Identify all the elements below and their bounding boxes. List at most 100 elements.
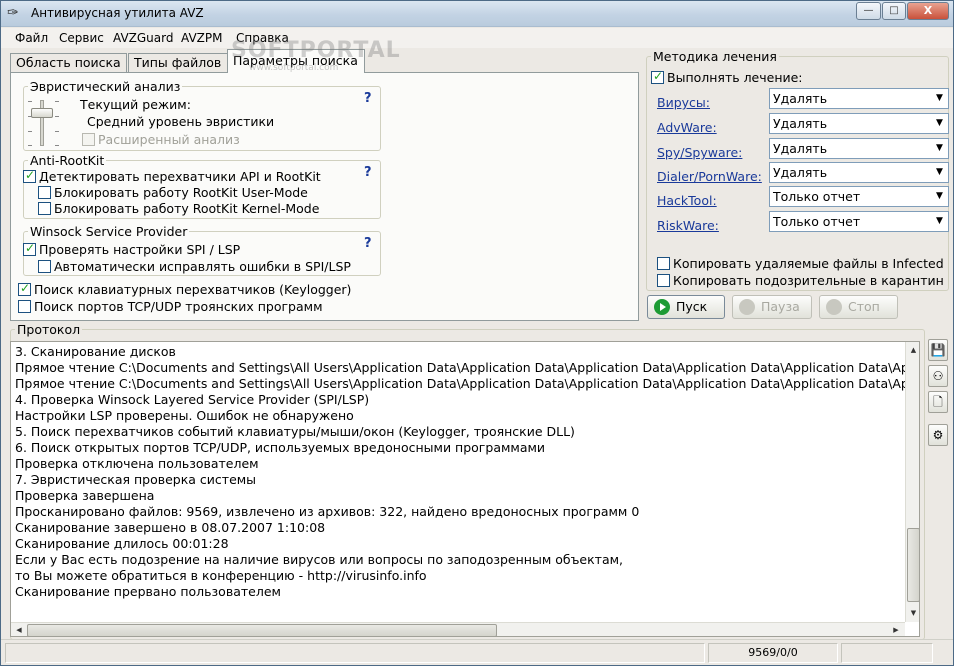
log-line: Сканирование длилось 00:01:28 [15, 536, 229, 551]
hacktool-action-select[interactable]: Только отчет ▼ [769, 186, 949, 207]
extended-analysis-checkbox[interactable] [82, 133, 95, 146]
log-line: Настройки LSP проверены. Ошибок не обнар… [15, 408, 354, 423]
heuristic-help-icon[interactable]: ? [364, 91, 372, 106]
autofix-spi-option[interactable]: Автоматически исправлять ошибки в SPI/LS… [38, 259, 351, 274]
copy-suspicious-option[interactable]: Копировать подозрительные в карантин [657, 273, 944, 288]
chevron-down-icon: ▼ [936, 191, 943, 201]
log-horizontal-scrollbar[interactable]: ◀ ▶ [11, 622, 905, 636]
keylogger-checkbox[interactable] [18, 281, 31, 296]
advware-action-select[interactable]: Удалять ▼ [769, 113, 949, 134]
log-line: Сканирование прервано пользователем [15, 584, 281, 599]
status-counts: 9569/0/0 [708, 643, 838, 663]
tab-search-params[interactable]: Параметры поиска [227, 49, 365, 73]
winsock-help-icon[interactable]: ? [364, 236, 372, 251]
menu-bar: Файл Сервис AVZGuard AVZPM Справка [1, 28, 953, 48]
scroll-down-icon[interactable]: ▼ [907, 606, 919, 620]
treatment-legend: Методика лечения [653, 49, 777, 64]
extended-analysis-label: Расширенный анализ [98, 132, 240, 147]
copy-deleted-option[interactable]: Копировать удаляемые файлы в Infected [657, 256, 944, 271]
block-usermode-label: Блокировать работу RootKit User-Mode [54, 185, 308, 200]
detect-rootkit-option[interactable]: Детектировать перехватчики API и RootKit [23, 168, 321, 184]
advware-link[interactable]: AdvWare: [657, 120, 717, 135]
slider-tick [55, 131, 59, 132]
extended-analysis-option[interactable]: Расширенный анализ [82, 132, 240, 147]
check-spi-option[interactable]: Проверять настройки SPI / LSP [23, 241, 241, 257]
autofix-spi-checkbox[interactable] [38, 260, 51, 273]
spyware-action-select[interactable]: Удалять ▼ [769, 138, 949, 159]
copy-deleted-label: Копировать удаляемые файлы в Infected [673, 256, 944, 271]
check-spi-checkbox[interactable] [23, 241, 36, 256]
copy-deleted-checkbox[interactable] [657, 257, 670, 270]
heuristic-level-slider[interactable] [31, 108, 53, 118]
viruses-link[interactable]: Вирусы: [657, 95, 710, 110]
tab-file-types[interactable]: Типы файлов [128, 53, 228, 73]
keylogger-option[interactable]: Поиск клавиатурных перехватчиков (Keylog… [18, 281, 351, 297]
stop-button[interactable]: Стоп [819, 295, 898, 319]
status-bar: 9569/0/0 [1, 639, 953, 665]
perform-treatment-checkbox[interactable] [651, 69, 664, 84]
spyware-link[interactable]: Spy/Spyware: [657, 145, 742, 160]
scroll-up-icon[interactable]: ▲ [907, 343, 919, 357]
block-kernelmode-checkbox[interactable] [38, 202, 51, 215]
detect-rootkit-checkbox[interactable] [23, 168, 36, 183]
menu-avzpm[interactable]: AVZPM [181, 31, 222, 45]
log-line: Прямое чтение C:\Documents and Settings\… [15, 376, 920, 391]
hacktool-action-value: Только отчет [773, 189, 861, 204]
start-button-label: Пуск [676, 299, 708, 314]
block-usermode-checkbox[interactable] [38, 186, 51, 199]
antirootkit-legend: Anti-RootKit [30, 153, 105, 168]
log-vertical-scrollbar[interactable]: ▲ ▼ [905, 342, 919, 622]
check-spi-label: Проверять настройки SPI / LSP [39, 242, 241, 257]
heuristic-level-track[interactable] [40, 100, 44, 146]
log-line: 5. Поиск перехватчиков событий клавиатур… [15, 424, 575, 439]
protocol-log[interactable]: 3. Сканирование дисков Прямое чтение C:\… [10, 341, 920, 637]
menu-help[interactable]: Справка [236, 31, 289, 45]
log-horizontal-scroll-thumb[interactable] [27, 624, 497, 636]
dialer-link[interactable]: Dialer/PornWare: [657, 169, 762, 184]
start-button[interactable]: Пуск [647, 295, 725, 319]
status-cell-extra [841, 643, 933, 663]
close-button[interactable]: X [907, 2, 949, 20]
minimize-button[interactable]: — [856, 2, 881, 20]
menu-file[interactable]: Файл [15, 31, 48, 45]
antirootkit-help-icon[interactable]: ? [364, 165, 372, 180]
status-cell-message [5, 643, 705, 663]
protocol-legend: Протокол [17, 322, 81, 337]
glasses-icon: ⚇ [932, 369, 944, 383]
floppy-disk-icon: 💾 [930, 343, 946, 357]
menu-service[interactable]: Сервис [59, 31, 104, 45]
slider-tick [55, 116, 59, 117]
show-found-button[interactable]: ⚇ [928, 365, 948, 387]
block-kernelmode-option[interactable]: Блокировать работу RootKit Kernel-Mode [38, 201, 319, 216]
trojan-ports-option[interactable]: Поиск портов TCP/UDP троянских программ [18, 299, 323, 314]
riskware-action-value: Только отчет [773, 214, 861, 229]
riskware-link[interactable]: RiskWare: [657, 218, 719, 233]
scroll-left-icon[interactable]: ◀ [12, 624, 26, 636]
stop-button-label: Стоп [848, 299, 880, 314]
maximize-button[interactable]: □ [882, 2, 906, 20]
copy-suspicious-checkbox[interactable] [657, 274, 670, 287]
title-bar[interactable]: ✑ Антивирусная утилита AVZ — □ X [1, 1, 953, 27]
block-usermode-option[interactable]: Блокировать работу RootKit User-Mode [38, 185, 308, 200]
pause-button[interactable]: Пауза [732, 295, 812, 319]
trojan-ports-checkbox[interactable] [18, 300, 31, 313]
log-line: 6. Поиск открытых портов TCP/UDP, исполь… [15, 440, 546, 455]
tab-search-area[interactable]: Область поиска [10, 53, 127, 73]
perform-treatment-option[interactable]: Выполнять лечение: [651, 69, 803, 85]
clear-log-button[interactable]: 🗋 [928, 391, 948, 413]
log-vertical-scroll-thumb[interactable] [907, 528, 919, 602]
dialer-action-select[interactable]: Удалять ▼ [769, 162, 949, 183]
slider-tick [28, 116, 32, 117]
detect-rootkit-label: Детектировать перехватчики API и RootKit [39, 169, 321, 184]
riskware-action-select[interactable]: Только отчет ▼ [769, 211, 949, 232]
stop-icon [826, 299, 842, 315]
menu-avzguard[interactable]: AVZGuard [113, 31, 173, 45]
viruses-action-select[interactable]: Удалять ▼ [769, 88, 949, 109]
log-line: 3. Сканирование дисков [15, 344, 176, 359]
scroll-right-icon[interactable]: ▶ [889, 624, 903, 636]
save-log-button[interactable]: 💾 [928, 339, 948, 361]
log-line: 7. Эвристическая проверка системы [15, 472, 257, 487]
trojan-ports-label: Поиск портов TCP/UDP троянских программ [34, 299, 323, 314]
network-button[interactable]: ⚙ [928, 424, 948, 446]
hacktool-link[interactable]: HackTool: [657, 193, 717, 208]
